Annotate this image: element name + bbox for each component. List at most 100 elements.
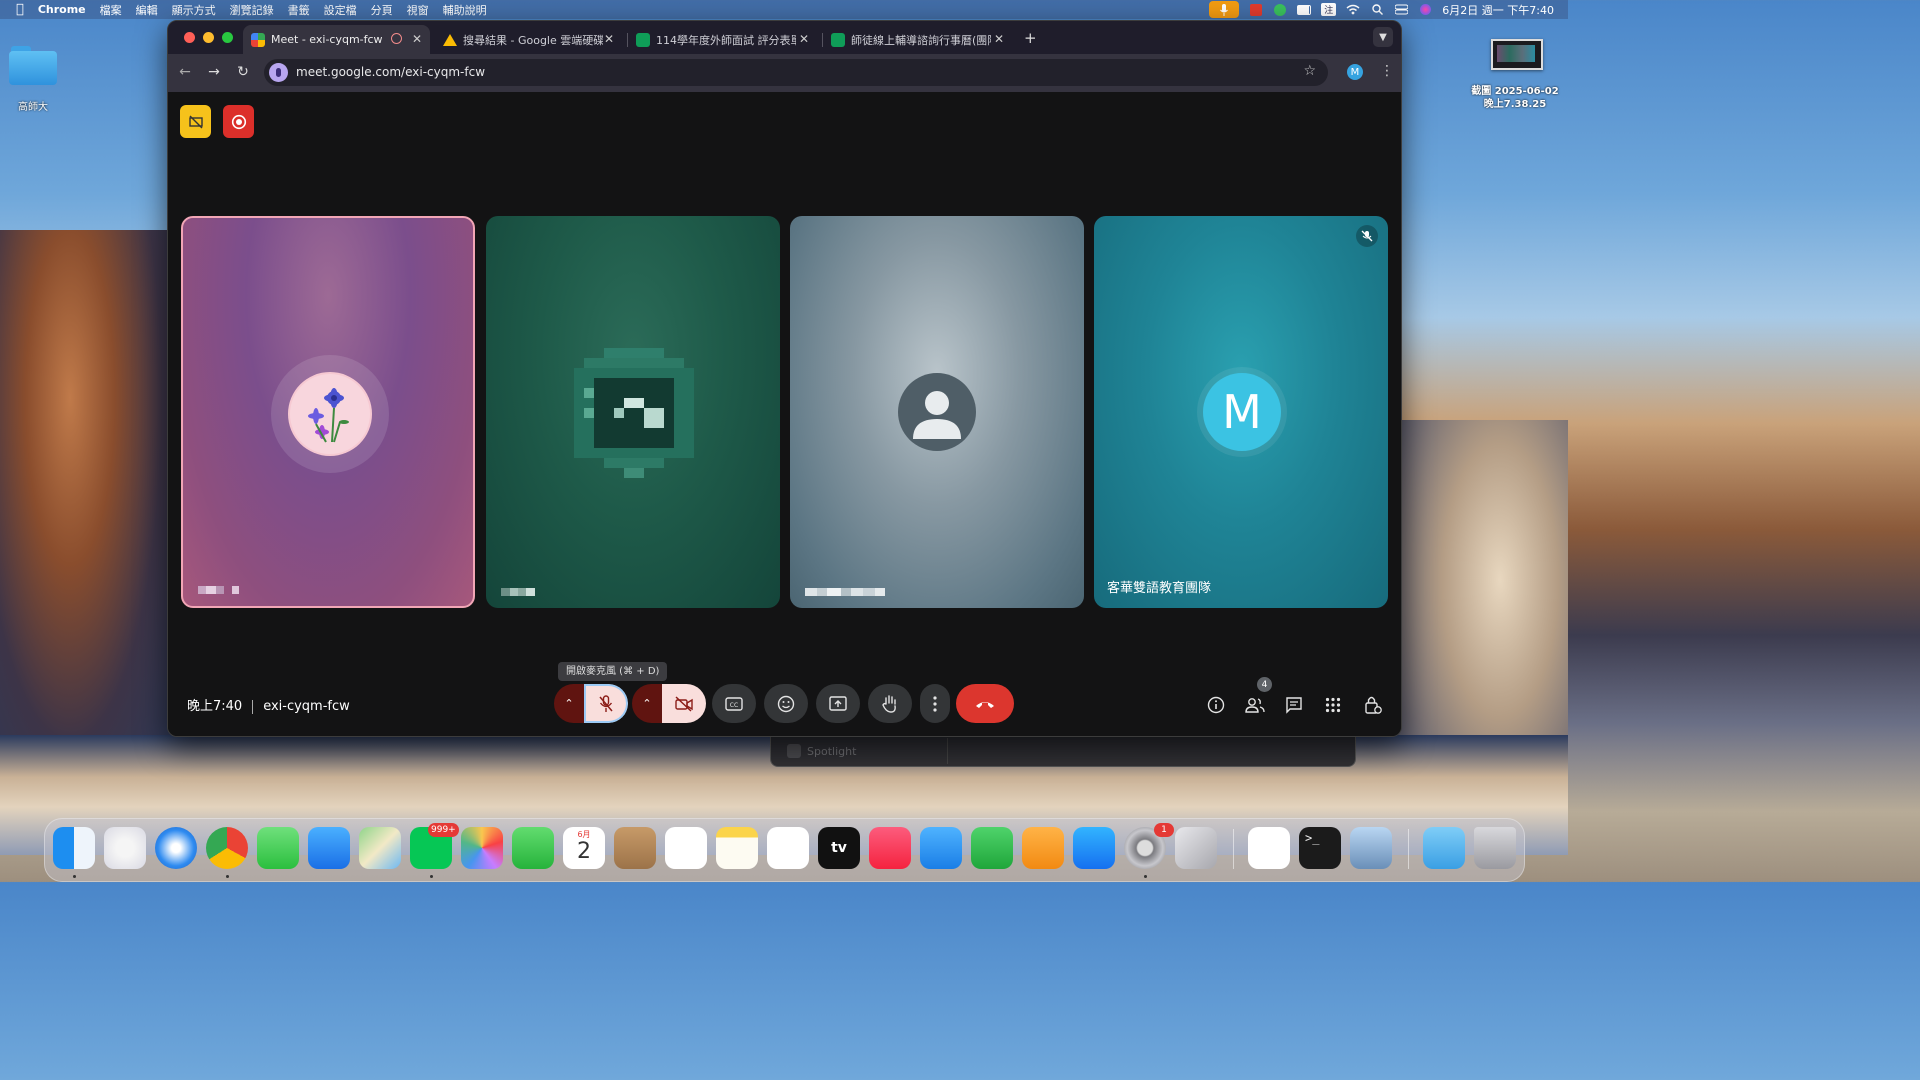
people-icon[interactable] xyxy=(1245,695,1265,715)
terminal-icon[interactable]: >_ xyxy=(1299,827,1341,869)
reload-button[interactable]: ↻ xyxy=(234,64,252,80)
recording-button[interactable] xyxy=(223,105,254,138)
siri-icon[interactable] xyxy=(1418,4,1432,16)
forward-button[interactable]: → xyxy=(205,64,223,80)
new-tab-button[interactable]: + xyxy=(1024,29,1037,47)
minimize-window-button[interactable] xyxy=(203,32,214,43)
menu-tab[interactable]: 分頁 xyxy=(371,2,393,18)
iphone-mirroring-icon[interactable] xyxy=(1175,827,1217,869)
participant-tile[interactable] xyxy=(486,216,780,608)
spotlight-search-icon[interactable] xyxy=(1370,4,1384,16)
present-screen-button[interactable] xyxy=(816,684,860,723)
contacts-icon[interactable] xyxy=(614,827,656,869)
tab-meet[interactable]: Meet - exi-cyqm-fcw ✕ xyxy=(243,25,430,54)
participant-avatar: M xyxy=(1203,373,1281,451)
menu-bookmarks[interactable]: 書籤 xyxy=(288,2,310,18)
leave-call-button[interactable] xyxy=(956,684,1014,723)
red-app-status-icon[interactable] xyxy=(1249,3,1263,16)
back-button[interactable]: ← xyxy=(176,64,194,80)
facetime-icon[interactable] xyxy=(512,827,554,869)
menu-file[interactable]: 檔案 xyxy=(100,2,122,18)
meeting-info-icon[interactable] xyxy=(1206,695,1226,715)
tab-mentor-calendar[interactable]: 師徒線上輔導諮詢行事曆(團隊內 ✕ xyxy=(823,25,1012,54)
menu-history[interactable]: 瀏覽記錄 xyxy=(230,2,274,18)
more-options-button[interactable] xyxy=(920,684,950,723)
app-store-icon[interactable] xyxy=(1073,827,1115,869)
zoom-window-button[interactable] xyxy=(222,32,233,43)
site-mic-permission-icon[interactable] xyxy=(269,63,288,82)
video-options-button[interactable]: ⌃ xyxy=(632,684,662,723)
maps-icon[interactable] xyxy=(359,827,401,869)
close-tab-icon[interactable]: ✕ xyxy=(994,32,1004,46)
line-status-icon[interactable] xyxy=(1273,3,1287,16)
app-menu[interactable]: Chrome xyxy=(38,3,86,16)
menu-edit[interactable]: 編輯 xyxy=(136,2,158,18)
activities-grid-icon[interactable] xyxy=(1323,695,1343,715)
keynote-icon[interactable] xyxy=(920,827,962,869)
audio-options-button[interactable]: ⌃ xyxy=(554,684,584,723)
mail-icon[interactable] xyxy=(308,827,350,869)
downloads-folder-icon[interactable] xyxy=(1423,827,1465,869)
tv-icon[interactable]: tv xyxy=(818,827,860,869)
wifi-icon[interactable] xyxy=(1346,4,1360,16)
music-icon[interactable] xyxy=(869,827,911,869)
preview-icon[interactable] xyxy=(1350,827,1392,869)
participant-tile[interactable] xyxy=(790,216,1084,608)
desktop-folder-icon[interactable] xyxy=(9,46,57,86)
safari-icon[interactable] xyxy=(155,827,197,869)
menu-view[interactable]: 顯示方式 xyxy=(172,2,216,18)
host-controls-lock-icon[interactable] xyxy=(1363,695,1383,715)
address-bar[interactable]: meet.google.com/exi-cyqm-fcw ☆ xyxy=(264,59,1328,86)
pages-icon[interactable] xyxy=(1022,827,1064,869)
numbers-icon[interactable] xyxy=(971,827,1013,869)
freeform-icon[interactable] xyxy=(767,827,809,869)
menu-help[interactable]: 輔助說明 xyxy=(443,2,487,18)
close-tab-icon[interactable]: ✕ xyxy=(604,32,614,46)
close-window-button[interactable] xyxy=(184,32,195,43)
host-controls-button[interactable] xyxy=(180,105,211,138)
apple-menu-icon[interactable]:  xyxy=(16,2,24,17)
desktop-screenshot-label[interactable]: 截圖 2025-06-02 晚上7.38.25 xyxy=(1462,85,1568,111)
battery-icon[interactable] xyxy=(1297,4,1312,16)
messages-icon[interactable] xyxy=(257,827,299,869)
tab-interview-form[interactable]: 114學年度外師面試 評分表單 (E ✕ xyxy=(628,25,817,54)
tab-drive-search[interactable]: 搜尋結果 - Google 雲端硬碟 ✕ xyxy=(435,25,622,54)
menubar-clock[interactable]: 6月2日 週一 下午7:40 xyxy=(1442,2,1554,18)
trash-icon[interactable] xyxy=(1474,827,1516,869)
launchpad-icon[interactable] xyxy=(104,827,146,869)
menu-profiles[interactable]: 設定檔 xyxy=(324,2,357,18)
desktop-screenshot-thumbnail[interactable] xyxy=(1491,39,1543,70)
tab-search-dropdown-icon[interactable]: ▼ xyxy=(1373,27,1393,47)
reminders-icon[interactable] xyxy=(665,827,707,869)
chrome-menu-icon[interactable]: ⋮ xyxy=(1380,63,1394,79)
reactions-button[interactable] xyxy=(764,684,808,723)
notes-icon[interactable] xyxy=(716,827,758,869)
windows-app-icon[interactable] xyxy=(1248,827,1290,869)
spotlight-window[interactable]: Spotlight xyxy=(770,733,1356,767)
photos-icon[interactable] xyxy=(461,827,503,869)
url-text[interactable]: meet.google.com/exi-cyqm-fcw xyxy=(296,65,485,79)
running-indicator xyxy=(226,875,229,878)
raise-hand-button[interactable] xyxy=(868,684,912,723)
meeting-code: exi-cyqm-fcw xyxy=(263,699,350,714)
calendar-icon[interactable]: 6月 2 xyxy=(563,827,605,869)
control-center-icon[interactable] xyxy=(1394,4,1408,16)
camera-toggle-button[interactable] xyxy=(662,684,706,723)
chrome-icon[interactable] xyxy=(206,827,248,869)
profile-avatar[interactable]: M xyxy=(1347,64,1363,80)
mic-in-use-icon[interactable] xyxy=(1209,1,1240,18)
menu-window[interactable]: 視窗 xyxy=(407,2,429,18)
input-method-indicator[interactable]: 注 xyxy=(1321,3,1337,16)
finder-icon[interactable] xyxy=(53,827,95,869)
desktop-folder-label[interactable]: 高師大 xyxy=(8,98,58,113)
close-tab-icon[interactable]: ✕ xyxy=(412,32,422,46)
participant-tile[interactable] xyxy=(181,216,475,608)
captions-button[interactable]: CC xyxy=(712,684,756,723)
bookmark-star-icon[interactable]: ☆ xyxy=(1303,63,1316,79)
participant-tile[interactable]: M 客華雙語教育團隊 xyxy=(1094,216,1388,608)
mic-toggle-button[interactable] xyxy=(584,684,628,723)
close-tab-icon[interactable]: ✕ xyxy=(799,32,809,46)
chat-icon[interactable] xyxy=(1284,695,1304,715)
camera-control-group: ⌃ xyxy=(632,684,706,723)
meet-favicon-icon xyxy=(251,32,265,47)
